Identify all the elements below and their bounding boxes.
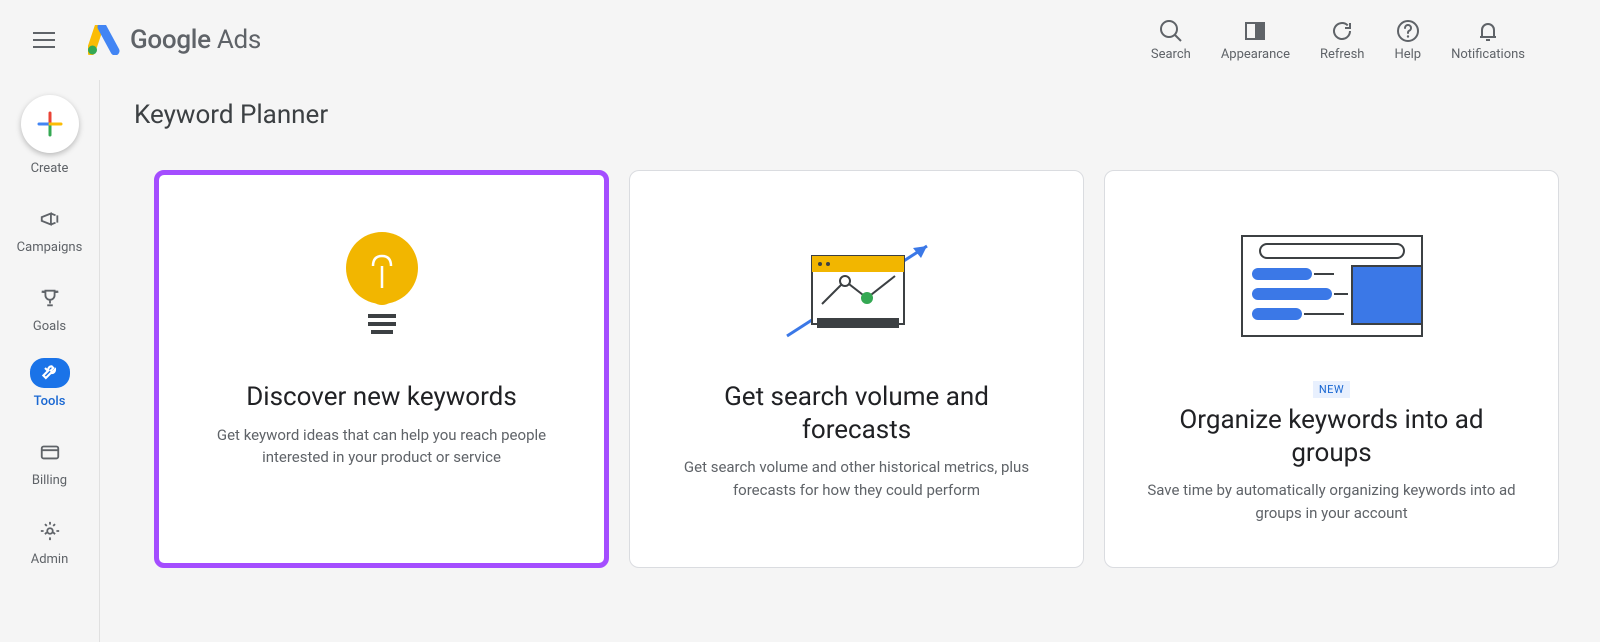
sidebar-item-tools[interactable]: Tools: [30, 358, 70, 409]
card-description: Get search volume and other historical m…: [672, 456, 1042, 501]
product-name: Google Ads: [130, 25, 261, 55]
product-logo[interactable]: Google Ads: [88, 25, 261, 55]
google-ads-logo-icon: [88, 25, 120, 55]
sidebar-item-campaigns[interactable]: Campaigns: [17, 204, 83, 255]
create-label: Create: [31, 161, 69, 176]
search-label: Search: [1151, 47, 1191, 62]
search-icon: [1159, 19, 1183, 43]
card-search-volume[interactable]: Get search volume and forecasts Get sear…: [629, 170, 1084, 568]
goals-label: Goals: [33, 319, 66, 334]
notifications-button[interactable]: Notifications: [1451, 19, 1525, 62]
lightbulb-illustration: [337, 221, 427, 351]
main-content: Keyword Planner Discover new keywords Ge…: [100, 80, 1600, 642]
card-title: Get search volume and forecasts: [670, 381, 1043, 446]
new-badge: NEW: [1313, 381, 1350, 398]
card-title: Discover new keywords: [246, 381, 517, 414]
help-label: Help: [1394, 47, 1421, 62]
refresh-button[interactable]: Refresh: [1320, 19, 1364, 62]
plus-icon: [37, 111, 63, 137]
hamburger-icon: [33, 32, 55, 48]
billing-label: Billing: [32, 473, 67, 488]
bell-icon: [1476, 19, 1500, 43]
card-description: Get keyword ideas that can help you reac…: [197, 424, 567, 469]
card-description: Save time by automatically organizing ke…: [1147, 479, 1517, 524]
card-icon: [39, 441, 61, 463]
tools-icon: [40, 363, 60, 383]
card-organize-adgroups[interactable]: NEW Organize keywords into ad groups Sav…: [1104, 170, 1559, 568]
appearance-label: Appearance: [1221, 47, 1290, 62]
app-header: Google Ads Search Appearance Refresh Hel…: [0, 0, 1600, 80]
trophy-icon: [39, 287, 61, 309]
notifications-label: Notifications: [1451, 47, 1525, 62]
create-button[interactable]: [21, 95, 79, 153]
sidebar-item-goals[interactable]: Goals: [30, 283, 70, 334]
lightbulb-icon: [337, 226, 427, 346]
admin-label: Admin: [31, 552, 69, 567]
card-title: Organize keywords into ad groups: [1145, 404, 1518, 469]
help-button[interactable]: Help: [1394, 19, 1421, 62]
organize-icon: [1222, 226, 1442, 346]
tools-label: Tools: [34, 394, 66, 409]
chart-illustration: [767, 221, 947, 351]
option-cards: Discover new keywords Get keyword ideas …: [154, 170, 1570, 568]
chart-arrow-icon: [767, 226, 947, 346]
page-title: Keyword Planner: [134, 100, 1570, 130]
appearance-button[interactable]: Appearance: [1221, 19, 1290, 62]
appearance-icon: [1243, 19, 1267, 43]
left-sidebar: Create Campaigns Goals Tools Billing Adm…: [0, 80, 100, 642]
refresh-icon: [1330, 19, 1354, 43]
refresh-label: Refresh: [1320, 47, 1364, 62]
megaphone-icon: [39, 208, 61, 230]
search-button[interactable]: Search: [1151, 19, 1191, 62]
help-icon: [1396, 19, 1420, 43]
sidebar-item-admin[interactable]: Admin: [30, 516, 70, 567]
menu-button[interactable]: [20, 16, 68, 64]
sidebar-item-billing[interactable]: Billing: [30, 437, 70, 488]
campaigns-label: Campaigns: [17, 240, 83, 255]
gear-icon: [39, 520, 61, 542]
card-discover-keywords[interactable]: Discover new keywords Get keyword ideas …: [154, 170, 609, 568]
organize-illustration: [1222, 221, 1442, 351]
